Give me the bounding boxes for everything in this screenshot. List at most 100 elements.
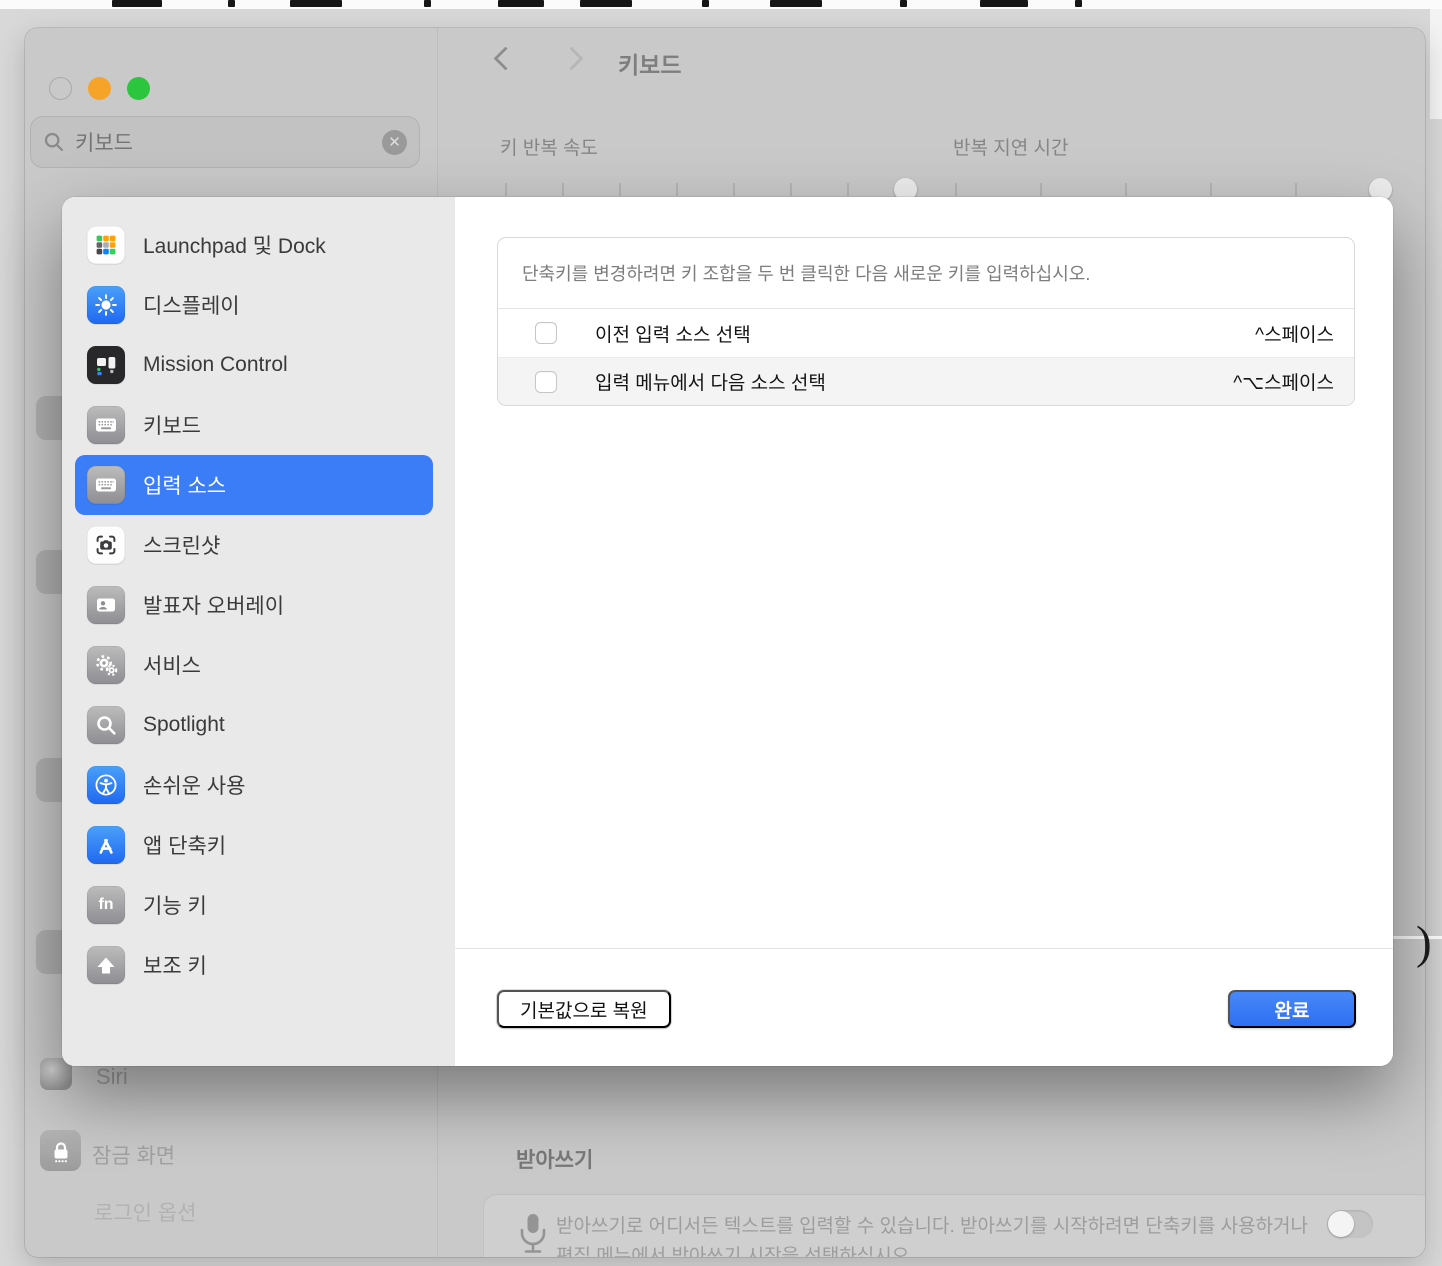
shortcut-row-next-input-source[interactable]: 입력 메뉴에서 다음 소스 선택 ^⌥스페이스 <box>498 357 1354 405</box>
sidebar-item-label: 디스플레이 <box>143 290 240 320</box>
shortcut-group: 단축키를 변경하려면 키 조합을 두 번 클릭한 다음 새로운 키를 입력하십시… <box>497 237 1355 406</box>
sidebar-item-function-keys[interactable]: fn 기능 키 <box>75 875 433 935</box>
close-window-button[interactable] <box>49 77 72 100</box>
sidebar-item-label: 키보드 <box>143 410 201 440</box>
minimize-window-button[interactable] <box>88 77 111 100</box>
repeat-delay-label: 반복 지연 시간 <box>953 133 1068 160</box>
sidebar-item-services[interactable]: 서비스 <box>75 635 433 695</box>
shortcut-label: 이전 입력 소스 선택 <box>595 320 1255 347</box>
glyph-fragment <box>228 0 235 7</box>
dictation-description-line2: 편집 메뉴에서 받아쓰기 시작을 선택하십시오. <box>556 1243 915 1257</box>
sidebar-item-label: 서비스 <box>143 650 201 680</box>
slider-tick <box>955 183 957 196</box>
dictation-card: 받아쓰기로 어디서든 텍스트를 입력할 수 있습니다. 받아쓰기를 시작하려면 … <box>483 1194 1425 1257</box>
toggle-knob <box>1328 1211 1354 1237</box>
presenter-overlay-icon <box>87 586 125 624</box>
sidebar-item-label: Launchpad 및 Dock <box>143 230 326 260</box>
shortcut-keys: ^스페이스 <box>1255 320 1334 347</box>
slider-tick <box>1295 183 1297 196</box>
restore-defaults-button[interactable]: 기본값으로 복원 <box>497 990 671 1028</box>
shortcut-row-previous-input-source[interactable]: 이전 입력 소스 선택 ^스페이스 <box>498 309 1354 357</box>
glyph-fragment <box>770 0 822 7</box>
screenshot-icon <box>87 526 125 564</box>
slider-tick <box>619 183 621 196</box>
slider-tick <box>790 183 792 196</box>
input-sources-icon <box>87 466 125 504</box>
glyph-fragment <box>424 0 431 7</box>
settings-search-field[interactable]: ✕ <box>30 116 420 168</box>
key-repeat-rate-label: 키 반복 속도 <box>500 133 598 160</box>
glyph-fragment <box>290 0 342 7</box>
slider-tick <box>505 183 507 196</box>
slider-tick <box>676 183 678 196</box>
footer-divider <box>455 948 1393 949</box>
mission-control-icon <box>87 346 125 384</box>
dialog-content: 단축키를 변경하려면 키 조합을 두 번 클릭한 다음 새로운 키를 입력하십시… <box>455 197 1393 1066</box>
sidebar-item-label: Mission Control <box>143 353 288 377</box>
shortcut-label: 입력 메뉴에서 다음 소스 선택 <box>595 368 1233 395</box>
slider-tick <box>1125 183 1127 196</box>
sidebar-item-login-options[interactable]: 로그인 옵션 <box>94 1197 196 1227</box>
sidebar-item-label: Spotlight <box>143 713 225 737</box>
sidebar-item-siri[interactable]: Siri <box>96 1064 128 1090</box>
keyboard-icon <box>87 406 125 444</box>
dictation-toggle[interactable] <box>1327 1210 1373 1238</box>
sidebar-item-mission-control[interactable]: Mission Control <box>75 335 433 395</box>
dialog-sidebar: Launchpad 및 Dock 디스플레이 <box>62 197 455 1066</box>
glyph-fragment <box>1075 0 1082 7</box>
launchpad-icon <box>87 226 125 264</box>
checkbox-next-input-source[interactable] <box>535 371 557 393</box>
glyph-fragment <box>900 0 907 7</box>
slider-tick <box>1210 183 1212 196</box>
clear-search-icon[interactable]: ✕ <box>382 130 407 155</box>
modifier-keys-icon <box>87 946 125 984</box>
sidebar-item-input-sources[interactable]: 입력 소스 <box>75 455 433 515</box>
desktop-sliver <box>1430 9 1442 119</box>
sidebar-item-label: 발표자 오버레이 <box>143 590 284 620</box>
glyph-fragment <box>980 0 1028 7</box>
sidebar-item-label: 스크린샷 <box>143 530 220 560</box>
dictation-title: 받아쓰기 <box>516 1144 593 1174</box>
sidebar-item-lock-screen[interactable]: 잠금 화면 <box>92 1140 175 1170</box>
display-icon <box>87 286 125 324</box>
sidebar-item-launchpad-dock[interactable]: Launchpad 및 Dock <box>75 215 433 275</box>
slider-tick <box>562 183 564 196</box>
zoom-window-button[interactable] <box>127 77 150 100</box>
lock-screen-icon <box>40 1130 81 1171</box>
fn-glyph: fn <box>98 896 113 914</box>
accessibility-icon <box>87 766 125 804</box>
sidebar-item-screenshot[interactable]: 스크린샷 <box>75 515 433 575</box>
app-shortcuts-icon <box>87 826 125 864</box>
sidebar-item-accessibility[interactable]: 손쉬운 사용 <box>75 755 433 815</box>
microphone-icon <box>514 1211 552 1257</box>
services-icon <box>87 646 125 684</box>
sidebar-item-display[interactable]: 디스플레이 <box>75 275 433 335</box>
slider-tick <box>1040 183 1042 196</box>
sidebar-item-label: 기능 키 <box>143 890 207 920</box>
sidebar-item-presenter-overlay[interactable]: 발표자 오버레이 <box>75 575 433 635</box>
slider-tick <box>733 183 735 196</box>
sidebar-item-label: 앱 단축키 <box>143 830 226 860</box>
search-icon <box>43 131 65 153</box>
search-input[interactable] <box>75 130 382 154</box>
sidebar-item-keyboard[interactable]: 키보드 <box>75 395 433 455</box>
sidebar-item-spotlight[interactable]: Spotlight <box>75 695 433 755</box>
sidebar-item-label: 입력 소스 <box>143 470 226 500</box>
glyph-fragment <box>702 0 709 7</box>
page-title: 키보드 <box>618 46 681 80</box>
sidebar-item-app-shortcuts[interactable]: 앱 단축키 <box>75 815 433 875</box>
sidebar-item-modifier-keys[interactable]: 보조 키 <box>75 935 433 995</box>
input-sources-dialog: Launchpad 및 Dock 디스플레이 <box>62 197 1393 1066</box>
checkbox-previous-input-source[interactable] <box>535 322 557 344</box>
dictation-description-line1: 받아쓰기로 어디서든 텍스트를 입력할 수 있습니다. 받아쓰기를 시작하려면 … <box>556 1213 1308 1241</box>
top-overflow-strip <box>0 0 1442 9</box>
glyph-fragment <box>580 0 632 7</box>
glyph-fragment <box>112 0 162 7</box>
done-button[interactable]: 완료 <box>1228 990 1356 1028</box>
spotlight-icon <box>87 706 125 744</box>
shortcut-keys: ^⌥스페이스 <box>1233 368 1334 395</box>
sidebar-item-label: 손쉬운 사용 <box>143 770 245 800</box>
back-button[interactable] <box>493 46 517 70</box>
fn-key-icon: fn <box>87 886 125 924</box>
forward-button[interactable] <box>559 46 583 70</box>
